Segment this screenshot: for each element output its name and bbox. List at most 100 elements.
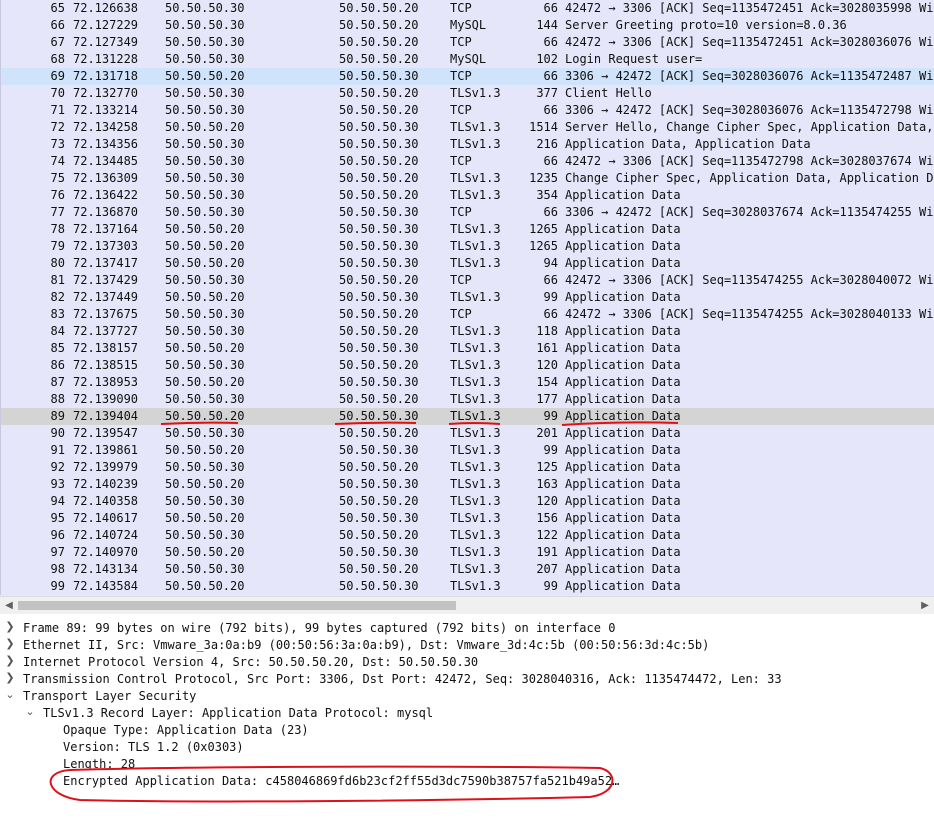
packet-info: Application Data — [565, 460, 681, 474]
detail-ethernet[interactable]: Ethernet II, Src: Vmware_3a:0a:b9 (00:50… — [23, 637, 709, 654]
packet-dst: 50.50.50.20 — [339, 358, 419, 372]
packet-len: 156 — [536, 511, 558, 525]
packet-len: 163 — [536, 477, 558, 491]
packet-no: 98 — [50, 562, 65, 576]
packet-row[interactable]: 90 72.139547 50.50.50.30 50.50.50.20 TLSv1.3… — [0, 425, 934, 442]
packet-row[interactable]: 77 72.136870 50.50.50.30 50.50.50.30 TCP 66 33… — [0, 204, 934, 221]
packet-row[interactable]: 82 72.137449 50.50.50.20 50.50.50.30 TLSv1.3… — [0, 289, 934, 306]
scroll-left-icon[interactable]: ◀ — [1, 597, 17, 614]
packet-row[interactable]: 98 72.143134 50.50.50.30 50.50.50.20 TLSv1.3… — [0, 561, 934, 578]
packet-len: 201 — [536, 426, 558, 440]
packet-row[interactable]: 94 72.140358 50.50.50.30 50.50.50.20 TLSv1.3… — [0, 493, 934, 510]
chevron-down-icon[interactable]: ⌄ — [4, 688, 16, 701]
scrollbar-thumb[interactable] — [18, 601, 456, 610]
packet-dst: 50.50.50.20 — [339, 528, 419, 542]
packet-row[interactable]: 91 72.139861 50.50.50.20 50.50.50.30 TLSv1.3… — [0, 442, 934, 459]
packet-proto: TLSv1.3 — [450, 528, 501, 542]
packet-no: 84 — [50, 324, 65, 338]
packet-row[interactable]: 89 72.139404 50.50.50.20 50.50.50.30 TLSv1.3… — [0, 408, 934, 425]
packet-src: 50.50.50.20 — [165, 477, 245, 491]
packet-no: 73 — [50, 137, 65, 151]
packet-row[interactable]: 70 72.132770 50.50.50.30 50.50.50.20 TLSv1.3… — [0, 85, 934, 102]
chevron-right-icon[interactable]: ❯ — [4, 671, 16, 684]
packet-no: 66 — [50, 18, 65, 32]
packet-row[interactable]: 99 72.143584 50.50.50.20 50.50.50.30 TLSv1.3… — [0, 578, 934, 595]
packet-time: 72.137417 — [73, 256, 139, 270]
packet-row[interactable]: 86 72.138515 50.50.50.30 50.50.50.20 TLSv1.3… — [0, 357, 934, 374]
packet-row[interactable]: 83 72.137675 50.50.50.30 50.50.50.20 TCP 66 42… — [0, 306, 934, 323]
packet-row[interactable]: 92 72.139979 50.50.50.30 50.50.50.20 TLSv1.3… — [0, 459, 934, 476]
detail-length[interactable]: Length: 28 — [63, 756, 135, 773]
packet-proto: TLSv1.3 — [450, 511, 501, 525]
packet-no: 94 — [50, 494, 65, 508]
packet-proto: TLSv1.3 — [450, 239, 501, 253]
packet-src: 50.50.50.20 — [165, 69, 245, 83]
packet-dst: 50.50.50.20 — [339, 154, 419, 168]
packet-src: 50.50.50.30 — [165, 205, 245, 219]
chevron-down-icon[interactable]: ⌄ — [24, 705, 36, 718]
chevron-right-icon[interactable]: ❯ — [4, 620, 16, 633]
packet-row[interactable]: 95 72.140617 50.50.50.20 50.50.50.30 TLSv1.3… — [0, 510, 934, 527]
packet-row[interactable]: 66 72.127229 50.50.50.30 50.50.50.20 MySQL 14… — [0, 17, 934, 34]
packet-row[interactable]: 81 72.137429 50.50.50.30 50.50.50.20 TCP 66 42… — [0, 272, 934, 289]
packet-row[interactable]: 78 72.137164 50.50.50.20 50.50.50.30 TLSv1.3… — [0, 221, 934, 238]
horizontal-scrollbar[interactable]: ◀ ▶ — [0, 596, 934, 614]
packet-no: 93 — [50, 477, 65, 491]
packet-len: 66 — [543, 307, 558, 321]
packet-len: 66 — [543, 273, 558, 287]
packet-row[interactable]: 65 72.126638 50.50.50.30 50.50.50.20 TCP 66 42… — [0, 0, 934, 17]
detail-ip[interactable]: Internet Protocol Version 4, Src: 50.50.… — [23, 654, 478, 671]
packet-dst: 50.50.50.20 — [339, 171, 419, 185]
packet-len: 118 — [536, 324, 558, 338]
packet-dst: 50.50.50.20 — [339, 392, 419, 406]
packet-row[interactable]: 87 72.138953 50.50.50.20 50.50.50.30 TLSv1.3… — [0, 374, 934, 391]
packet-time: 72.139547 — [73, 426, 139, 440]
packet-time: 72.138157 — [73, 341, 139, 355]
packet-row[interactable]: 73 72.134356 50.50.50.30 50.50.50.30 TLSv1.3… — [0, 136, 934, 153]
packet-row[interactable]: 84 72.137727 50.50.50.30 50.50.50.20 TLSv1.3… — [0, 323, 934, 340]
packet-row[interactable]: 75 72.136309 50.50.50.30 50.50.50.20 TLSv1.3… — [0, 170, 934, 187]
packet-row[interactable]: 93 72.140239 50.50.50.20 50.50.50.30 TLSv1.3… — [0, 476, 934, 493]
packet-row[interactable]: 74 72.134485 50.50.50.30 50.50.50.20 TCP 66 42… — [0, 153, 934, 170]
detail-encrypted-data[interactable]: Encrypted Application Data: c458046869fd… — [63, 773, 619, 790]
packet-row[interactable]: 96 72.140724 50.50.50.30 50.50.50.20 TLSv1.3… — [0, 527, 934, 544]
packet-info: 42472 → 3306 [ACK] Seq=1135472451 Ack=30… — [565, 1, 934, 15]
packet-proto: TLSv1.3 — [450, 171, 501, 185]
packet-row[interactable]: 79 72.137303 50.50.50.20 50.50.50.30 TLSv1.3… — [0, 238, 934, 255]
packet-no: 71 — [50, 103, 65, 117]
packet-info: 3306 → 42472 [ACK] Seq=3028037674 Ack=11… — [565, 205, 934, 219]
packet-row[interactable]: 85 72.138157 50.50.50.20 50.50.50.30 TLSv1.3… — [0, 340, 934, 357]
packet-src: 50.50.50.20 — [165, 375, 245, 389]
detail-opaque-type[interactable]: Opaque Type: Application Data (23) — [63, 722, 309, 739]
packet-time: 72.137449 — [73, 290, 139, 304]
detail-record-layer[interactable]: TLSv1.3 Record Layer: Application Data P… — [43, 705, 433, 722]
packet-len: 1514 — [529, 120, 558, 134]
packet-time: 72.131718 — [73, 69, 139, 83]
packet-row[interactable]: 69 72.131718 50.50.50.20 50.50.50.30 TCP 66 33… — [0, 68, 934, 85]
packet-proto: TLSv1.3 — [450, 86, 501, 100]
packet-row[interactable]: 67 72.127349 50.50.50.30 50.50.50.20 TCP 66 42… — [0, 34, 934, 51]
packet-row[interactable]: 88 72.139090 50.50.50.30 50.50.50.20 TLSv1.3… — [0, 391, 934, 408]
packet-row[interactable]: 72 72.134258 50.50.50.20 50.50.50.30 TLSv1.3… — [0, 119, 934, 136]
packet-len: 1265 — [529, 239, 558, 253]
packet-row[interactable]: 97 72.140970 50.50.50.20 50.50.50.30 TLSv1.3… — [0, 544, 934, 561]
packet-len: 1265 — [529, 222, 558, 236]
packet-info: 42472 → 3306 [ACK] Seq=1135472798 Ack=30… — [565, 154, 934, 168]
detail-tls[interactable]: Transport Layer Security — [23, 688, 196, 705]
packet-info: Application Data — [565, 341, 681, 355]
chevron-right-icon[interactable]: ❯ — [4, 637, 16, 650]
packet-list[interactable]: 65 72.126638 50.50.50.30 50.50.50.20 TCP 66 42… — [0, 0, 934, 596]
detail-frame[interactable]: Frame 89: 99 bytes on wire (792 bits), 9… — [23, 620, 615, 637]
packet-row[interactable]: 71 72.133214 50.50.50.30 50.50.50.20 TCP 66 33… — [0, 102, 934, 119]
packet-info: Application Data — [565, 239, 681, 253]
packet-proto: TLSv1.3 — [450, 120, 501, 134]
packet-proto: MySQL — [450, 18, 487, 32]
packet-row[interactable]: 68 72.131228 50.50.50.30 50.50.50.20 MySQL 10… — [0, 51, 934, 68]
detail-tcp[interactable]: Transmission Control Protocol, Src Port:… — [23, 671, 782, 688]
packet-proto: TLSv1.3 — [450, 460, 501, 474]
scroll-right-icon[interactable]: ▶ — [917, 597, 933, 614]
detail-version[interactable]: Version: TLS 1.2 (0x0303) — [63, 739, 244, 756]
packet-row[interactable]: 76 72.136422 50.50.50.30 50.50.50.20 TLSv1.3… — [0, 187, 934, 204]
packet-row[interactable]: 80 72.137417 50.50.50.20 50.50.50.30 TLSv1.3… — [0, 255, 934, 272]
chevron-right-icon[interactable]: ❯ — [4, 654, 16, 667]
